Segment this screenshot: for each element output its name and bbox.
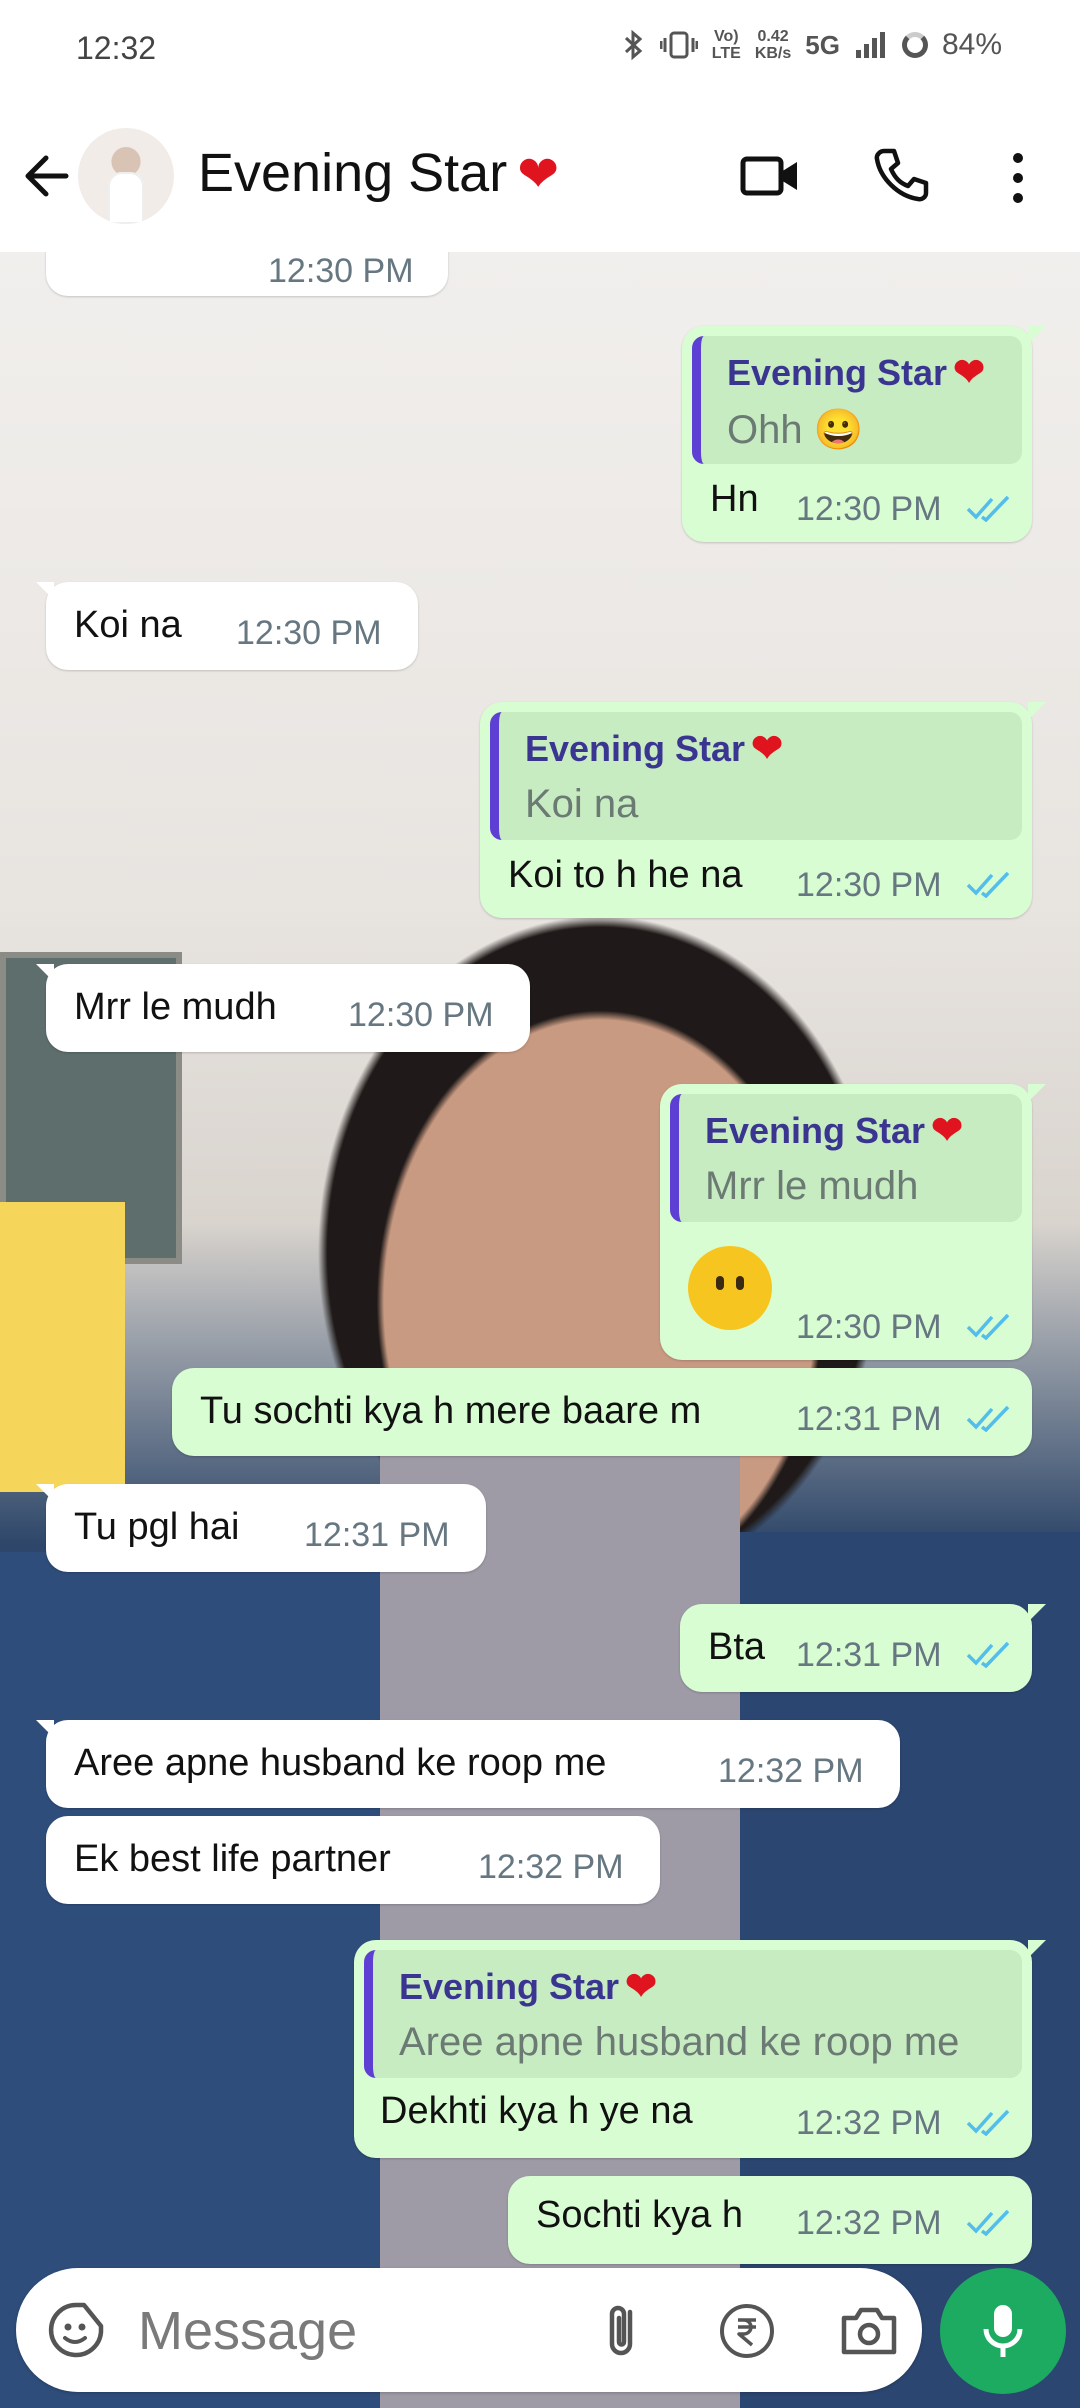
- network-speed: 0.42 KB/s: [754, 28, 792, 62]
- message-input[interactable]: [136, 2296, 580, 2366]
- message-incoming[interactable]: Ek best life partner 12:32 PM: [46, 1816, 660, 1904]
- message-text: Tu pgl hai: [74, 1506, 240, 1548]
- wallpaper-sweater: [380, 1452, 740, 2408]
- message-text: Dekhti kya h ye na: [380, 2090, 693, 2132]
- more-options-icon[interactable]: [1000, 148, 1036, 208]
- message-outgoing-reply[interactable]: Evening Star ❤ Mrr le mudh 12:30 PM: [660, 1084, 1046, 1360]
- quoted-message[interactable]: Evening Star ❤ Aree apne husband ke roop …: [364, 1950, 1022, 2078]
- message-incoming[interactable]: 12:30 PM: [46, 252, 448, 296]
- quoted-message[interactable]: Evening Star ❤ Mrr le mudh: [670, 1094, 1022, 1222]
- battery-level: 84%: [941, 28, 1002, 61]
- message-incoming[interactable]: Tu pgl hai 12:31 PM: [36, 1484, 486, 1572]
- signal-icon: [855, 32, 885, 58]
- quote-author: Evening Star ❤: [525, 728, 783, 770]
- message-incoming[interactable]: Aree apne husband ke roop me 12:32 PM: [36, 1720, 900, 1808]
- message-outgoing-reply[interactable]: Evening Star ❤ Koi na Koi to h he na 12:3…: [480, 702, 1046, 918]
- quoted-message[interactable]: Evening Star ❤ Ohh 😀: [692, 336, 1022, 464]
- chat-header: Evening Star ❤: [0, 100, 1080, 253]
- status-icons: Vo) LTE 0.42 KB/s 5G 84%: [622, 28, 1002, 62]
- message-text: Ek best life partner: [74, 1838, 391, 1880]
- message-outgoing[interactable]: Sochti kya h 12:32 PM: [508, 2176, 1032, 2264]
- read-receipt-icon: [966, 871, 1010, 898]
- back-arrow-icon[interactable]: [20, 148, 76, 204]
- no-mouth-face-emoji: [688, 1246, 772, 1330]
- microphone-icon: [983, 2305, 1023, 2357]
- heart-icon: ❤: [931, 1110, 963, 1152]
- message-text: Koi na: [74, 604, 182, 646]
- voice-call-icon[interactable]: [872, 146, 930, 204]
- video-call-icon[interactable]: [740, 150, 800, 202]
- message-text: Bta: [708, 1626, 766, 1668]
- quote-text: Ohh 😀: [727, 408, 864, 452]
- network-type: 5G: [805, 29, 840, 60]
- heart-icon: ❤: [625, 1966, 657, 2008]
- message-outgoing-reply[interactable]: Evening Star ❤ Ohh 😀 Hn 12:30 PM: [682, 326, 1046, 542]
- volte-indicator: Vo) LTE: [711, 28, 741, 62]
- message-outgoing[interactable]: Bta 12:31 PM: [680, 1604, 1046, 1692]
- read-receipt-icon: [966, 2209, 1010, 2236]
- voice-message-button[interactable]: [940, 2268, 1066, 2394]
- quote-text: Mrr le mudh: [705, 1164, 919, 1208]
- status-time: 12:32: [76, 30, 157, 66]
- battery-icon: [901, 32, 928, 58]
- read-receipt-icon: [966, 1405, 1010, 1432]
- contact-avatar[interactable]: [78, 128, 174, 224]
- message-outgoing-reply[interactable]: Evening Star ❤ Aree apne husband ke roop …: [354, 1940, 1046, 2158]
- contact-name[interactable]: Evening Star ❤: [198, 142, 559, 204]
- chat-area[interactable]: 12:30 PM Evening Star ❤ Ohh 😀 Hn 12:30 PM…: [0, 252, 1080, 2408]
- rupee-payment-icon[interactable]: [718, 2302, 776, 2360]
- paperclip-icon[interactable]: [590, 2298, 654, 2362]
- message-text: Koi to h he na: [508, 854, 743, 896]
- status-bar: 12:32 Vo) LTE 0.42 KB/s 5G 84%: [0, 0, 1080, 100]
- wallpaper-poster: [0, 1202, 125, 1492]
- message-outgoing[interactable]: Tu sochti kya h mere baare m 12:31 PM: [172, 1368, 1032, 1456]
- message-text: Hn: [710, 478, 759, 520]
- quoted-message[interactable]: Evening Star ❤ Koi na: [490, 712, 1022, 840]
- message-text: Mrr le mudh: [74, 986, 277, 1028]
- message-text: Tu sochti kya h mere baare m: [200, 1390, 702, 1432]
- quote-text: Koi na: [525, 782, 639, 826]
- quote-author: Evening Star ❤: [399, 1966, 657, 2008]
- read-receipt-icon: [966, 495, 1010, 522]
- emoji-sticker-icon[interactable]: [46, 2300, 106, 2360]
- heart-icon: ❤: [517, 146, 560, 202]
- heart-icon: ❤: [953, 352, 985, 394]
- message-text: Sochti kya h: [536, 2194, 743, 2236]
- heart-icon: ❤: [751, 728, 783, 770]
- message-composer: [16, 2268, 922, 2392]
- vibrate-icon: [659, 31, 698, 59]
- bluetooth-icon: [624, 29, 643, 61]
- message-text: Aree apne husband ke roop me: [74, 1742, 607, 1784]
- read-receipt-icon: [966, 1313, 1010, 1340]
- quote-author: Evening Star ❤: [727, 352, 985, 394]
- read-receipt-icon: [966, 1641, 1010, 1668]
- message-incoming[interactable]: Mrr le mudh 12:30 PM: [36, 964, 530, 1052]
- message-incoming[interactable]: Koi na 12:30 PM: [36, 582, 418, 670]
- read-receipt-icon: [966, 2109, 1010, 2136]
- camera-icon[interactable]: [838, 2304, 900, 2358]
- quote-text: Aree apne husband ke roop me: [399, 2020, 960, 2064]
- quote-author: Evening Star ❤: [705, 1110, 963, 1152]
